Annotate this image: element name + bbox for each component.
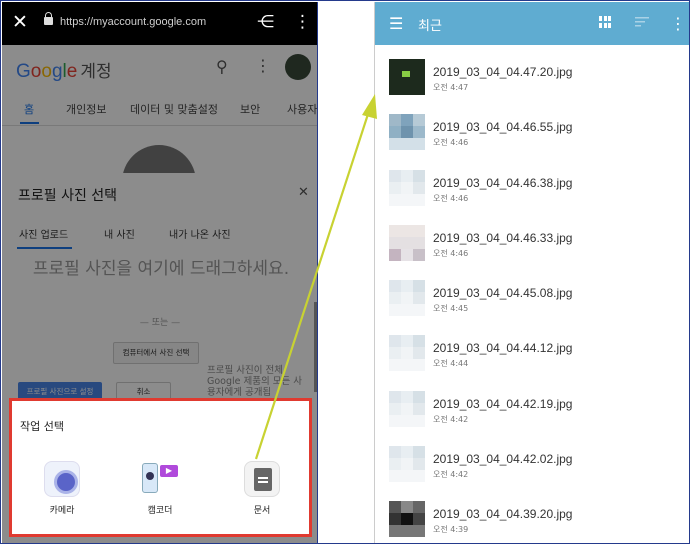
camera-label: 카메라 — [49, 506, 75, 516]
file-name: 2019_03_04_04.44.12.jpg — [433, 341, 573, 356]
phone-browser-screen: ✕ https://myaccount.google.com ⋲ ⋮ Googl… — [2, 2, 318, 543]
documents-label: 문서 — [253, 506, 271, 516]
file-name: 2019_03_04_04.47.20.jpg — [433, 65, 573, 79]
camera-icon — [44, 461, 80, 497]
file-picker-toolbar: ☰ 최근 ⋮ — [375, 2, 689, 45]
image-thumbnail — [389, 390, 425, 427]
file-name: 2019_03_04_04.45.08.jpg — [433, 286, 573, 301]
file-time: 오전 4:47 — [433, 83, 469, 92]
file-picker-screen: ☰ 최근 ⋮ 2019_03_04_04.47.20.jpg 오전 4:47 20… — [374, 2, 689, 543]
list-item[interactable]: 2019_03_04_04.46.38.jpg 오전 4:46 — [375, 156, 689, 211]
camcorder-label: 캠코더 — [147, 506, 173, 516]
sheet-title: 작업 선택 — [20, 420, 64, 433]
more-options-icon[interactable]: ⋮ — [294, 12, 311, 32]
list-item[interactable]: 2019_03_04_04.42.02.jpg 오전 4:42 — [375, 432, 689, 487]
file-name: 2019_03_04_04.42.02.jpg — [433, 452, 573, 467]
file-name: 2019_03_04_04.46.55.jpg — [433, 120, 573, 135]
file-time: 오전 4:46 — [433, 248, 469, 258]
file-time: 오전 4:45 — [433, 304, 469, 314]
image-thumbnail — [389, 501, 425, 538]
recent-title: 최근 — [418, 19, 442, 34]
document-icon — [244, 461, 280, 497]
browser-toolbar: ✕ https://myaccount.google.com ⋲ ⋮ — [2, 2, 317, 45]
lock-icon — [44, 12, 53, 25]
list-item[interactable]: 2019_03_04_04.39.20.jpg 오전 4:39 — [375, 487, 689, 542]
file-name: 2019_03_04_04.46.33.jpg — [433, 230, 573, 245]
grid-view-icon[interactable] — [599, 16, 611, 28]
file-time: 오전 4:42 — [433, 470, 469, 480]
list-item[interactable]: 2019_03_04_04.45.08.jpg 오전 4:45 — [375, 266, 689, 321]
url-text[interactable]: https://myaccount.google.com — [60, 16, 206, 28]
image-thumbnail — [389, 224, 425, 261]
image-thumbnail — [389, 335, 425, 372]
menu-icon[interactable]: ☰ — [389, 14, 403, 33]
file-time: 오전 4:44 — [433, 359, 469, 369]
camera-app[interactable]: 카메라 — [32, 461, 92, 516]
screenshot-frame: ✕ https://myaccount.google.com ⋲ ⋮ Googl… — [0, 0, 690, 544]
file-time: 오전 4:46 — [433, 138, 469, 148]
documents-app[interactable]: 문서 — [232, 461, 292, 516]
file-list: 2019_03_04_04.47.20.jpg 오전 4:47 2019_03_0… — [375, 45, 689, 543]
file-time: 오전 4:42 — [433, 414, 469, 424]
image-thumbnail — [389, 114, 425, 151]
file-name: 2019_03_04_04.46.38.jpg — [433, 175, 573, 190]
close-icon[interactable]: ✕ — [12, 11, 28, 33]
file-name: 2019_03_04_04.39.20.jpg — [433, 507, 573, 522]
sort-icon[interactable] — [635, 17, 649, 27]
choose-action-sheet: 작업 선택 카메라 ▶ 캠코더 문서 — [9, 398, 312, 537]
image-thumbnail — [389, 446, 425, 483]
more-options-icon[interactable]: ⋮ — [670, 14, 686, 33]
image-thumbnail — [389, 280, 425, 317]
file-time: 오전 4:39 — [433, 525, 469, 535]
file-name: 2019_03_04_04.42.19.jpg — [433, 396, 573, 411]
list-item[interactable]: 2019_03_04_04.46.55.jpg 오전 4:46 — [375, 100, 689, 155]
list-item[interactable]: 2019_03_04_04.47.20.jpg 오전 4:47 — [375, 45, 689, 100]
list-item[interactable]: 2019_03_04_04.42.19.jpg 오전 4:42 — [375, 377, 689, 432]
image-thumbnail — [389, 169, 425, 206]
camcorder-app[interactable]: ▶ 캠코더 — [130, 461, 190, 516]
list-item[interactable]: 2019_03_04_04.46.33.jpg 오전 4:46 — [375, 211, 689, 266]
share-icon[interactable]: ⋲ — [257, 12, 274, 32]
image-thumbnail — [389, 59, 425, 95]
file-time: 오전 4:46 — [433, 193, 469, 203]
list-item[interactable]: 2019_03_04_04.44.12.jpg 오전 4:44 — [375, 321, 689, 376]
camcorder-icon: ▶ — [142, 461, 178, 497]
